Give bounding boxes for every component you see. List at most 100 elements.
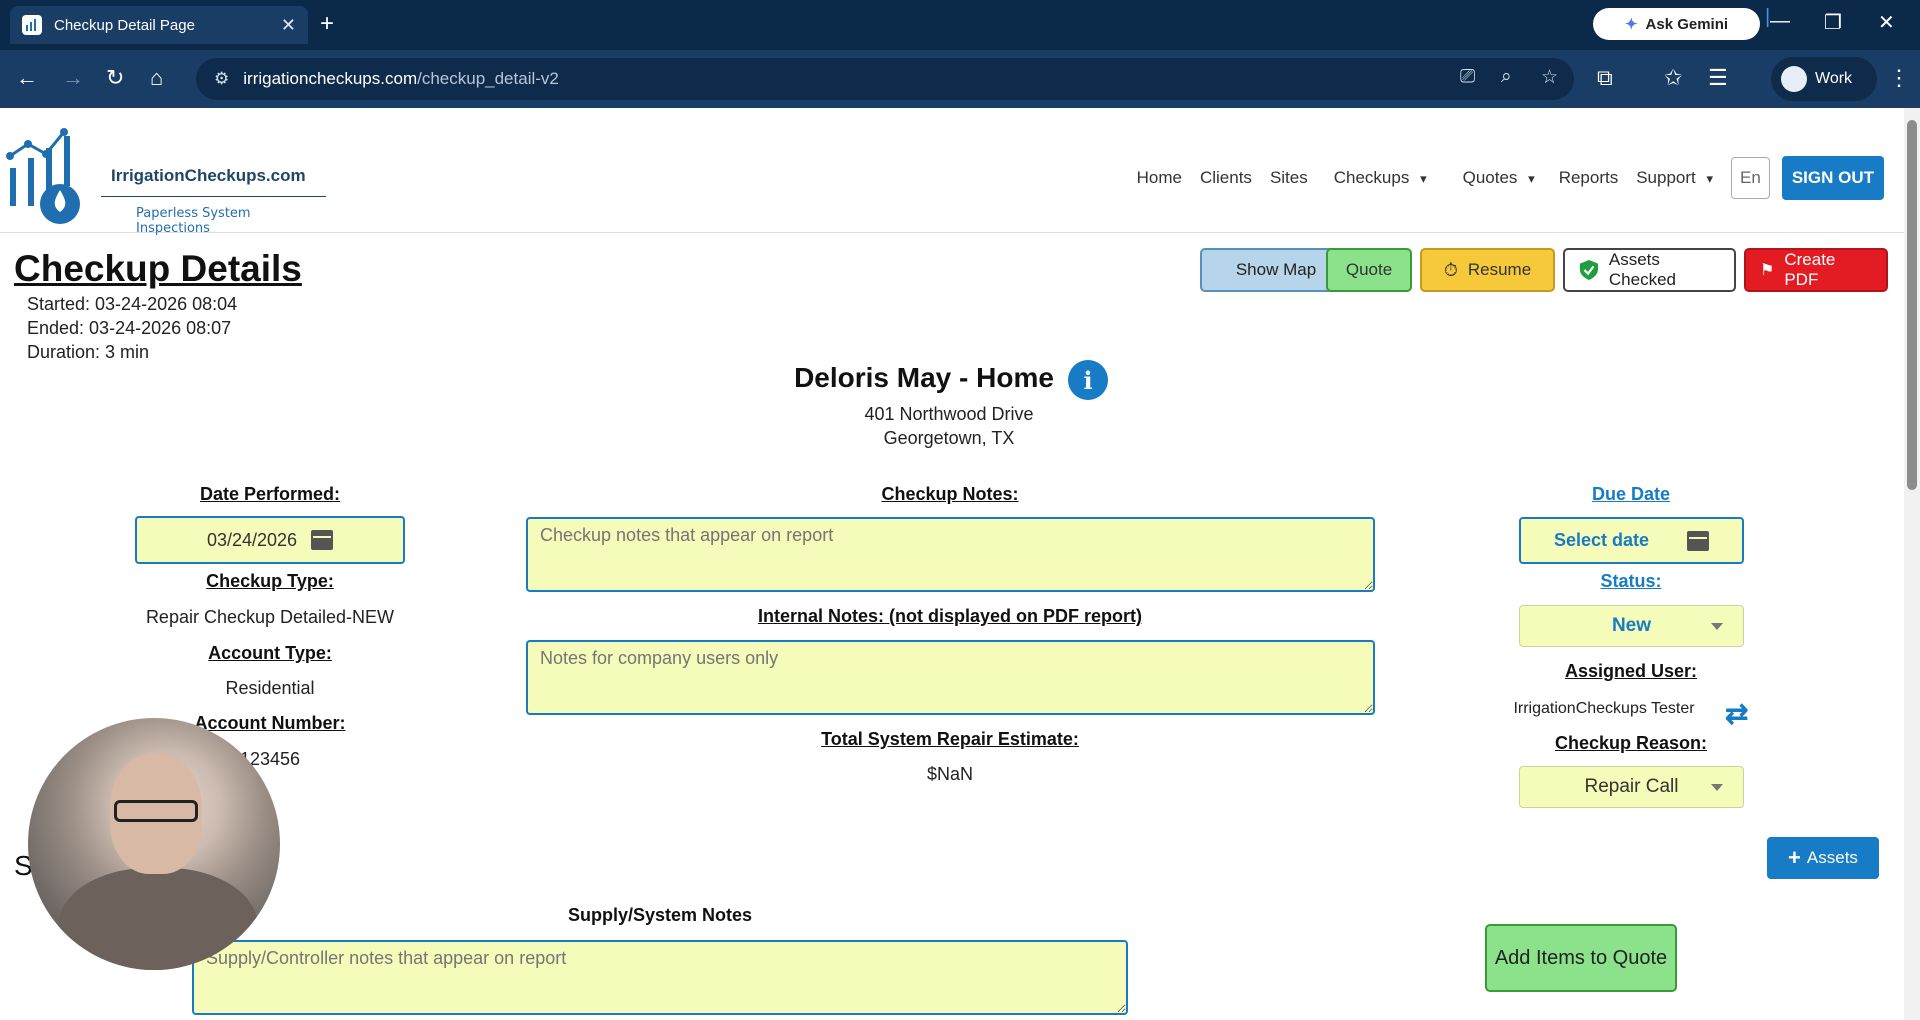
chevron-down-icon xyxy=(1711,784,1723,791)
zoom-icon[interactable]: ⌕ xyxy=(1501,66,1512,88)
checkup-type-label: Checkup Type: xyxy=(206,571,334,591)
app-header: IrrigationCheckups.com Paperless System … xyxy=(0,108,1904,236)
favorites-icon[interactable]: ✩ xyxy=(1664,64,1682,92)
date-performed-value: 03/24/2026 xyxy=(206,529,298,550)
reload-icon[interactable]: ↻ xyxy=(106,64,124,92)
browser-menu-icon[interactable]: ⋮ xyxy=(1888,64,1910,92)
nav-checkups[interactable]: Checkups ▾ xyxy=(1334,168,1427,188)
calendar-icon[interactable] xyxy=(1687,530,1710,551)
language-button[interactable]: En xyxy=(1731,157,1770,199)
tab-title: Checkup Detail Page xyxy=(54,16,195,34)
stopwatch-icon: ⏱ xyxy=(1443,259,1458,280)
add-assets-label: Assets xyxy=(1806,848,1858,867)
assigned-user-value: IrrigationCheckups Tester xyxy=(1513,700,1695,717)
browser-toolbar: ← → ↻ ⌂ ⚙ irrigationcheckups.com/checkup… xyxy=(0,50,1920,108)
resume-label: Resume xyxy=(1467,260,1532,279)
profile-button[interactable]: Work xyxy=(1771,57,1877,101)
nav-clients[interactable]: Clients xyxy=(1200,168,1252,188)
install-app-icon[interactable]: ⎚ xyxy=(1460,66,1475,88)
add-assets-button[interactable]: + Assets xyxy=(1767,837,1879,879)
brand-tagline: Paperless System Inspections xyxy=(136,206,251,236)
chevron-down-icon: ▾ xyxy=(1420,171,1427,186)
chevron-down-icon xyxy=(1711,623,1723,630)
ended-text: Ended: 03-24-2026 08:07 xyxy=(27,318,232,338)
gemini-sparkle-icon: ✦ xyxy=(1624,16,1638,33)
site-address-line1: 401 Northwood Drive xyxy=(864,404,1034,424)
internal-notes-textarea[interactable] xyxy=(526,640,1375,715)
tab-close-icon[interactable]: ✕ xyxy=(281,15,296,36)
shield-check-icon xyxy=(1579,260,1598,280)
due-date-label[interactable]: Due Date xyxy=(1520,484,1742,505)
page-title: Checkup Details xyxy=(14,248,302,289)
nav-reports[interactable]: Reports xyxy=(1559,168,1619,188)
checkup-notes-textarea[interactable] xyxy=(526,517,1375,592)
nav-checkups-label: Checkups xyxy=(1333,168,1410,187)
nav-home[interactable]: Home xyxy=(1137,168,1182,188)
page-scrollbar[interactable] xyxy=(1904,108,1920,1020)
swap-user-icon[interactable]: ⇄ xyxy=(1725,697,1748,730)
nav-sites[interactable]: Sites xyxy=(1270,168,1308,188)
date-performed-input[interactable]: 03/24/2026 xyxy=(135,516,405,564)
logo-chart-drop-icon xyxy=(6,128,80,224)
profile-label: Work xyxy=(1815,70,1853,87)
account-type-label: Account Type: xyxy=(208,643,332,663)
info-icon[interactable]: i xyxy=(1068,360,1108,400)
browser-tab-bar: Checkup Detail Page ✕ + ✦ Ask Gemini | —… xyxy=(0,0,1920,50)
checkup-reason-select[interactable]: Repair Call xyxy=(1519,766,1744,808)
status-select[interactable]: New xyxy=(1519,605,1744,647)
browser-tab[interactable]: Checkup Detail Page ✕ xyxy=(10,6,308,44)
account-type-value: Residential xyxy=(225,678,315,698)
gemini-label: Ask Gemini xyxy=(1645,15,1729,33)
main-nav: Home Clients Sites Checkups ▾ Quotes ▾ R… xyxy=(1137,156,1884,200)
checkup-reason-label: Checkup Reason: xyxy=(1554,733,1708,753)
assets-checked-label: Assets Checked xyxy=(1608,250,1676,289)
date-performed-label: Date Performed: xyxy=(199,484,341,504)
brand-divider xyxy=(101,196,326,197)
brand-logo[interactable]: IrrigationCheckups.com Paperless System … xyxy=(6,128,326,236)
assets-checked-button[interactable]: Assets Checked xyxy=(1563,248,1736,292)
add-items-to-quote-button[interactable]: Add Items to Quote xyxy=(1485,924,1677,992)
internal-notes-label: Internal Notes: (not displayed on PDF re… xyxy=(757,606,1143,626)
webcam-person-body xyxy=(58,868,258,970)
chevron-down-icon: ▾ xyxy=(1528,171,1535,186)
status-label: Status: xyxy=(1600,571,1662,591)
chevron-down-icon: ▾ xyxy=(1706,171,1714,186)
ask-gemini-button[interactable]: ✦ Ask Gemini xyxy=(1593,8,1760,40)
plus-icon: + xyxy=(1788,845,1801,870)
brand-name: IrrigationCheckups.com xyxy=(111,166,306,185)
url-host: irrigationcheckups.com xyxy=(243,69,418,88)
due-date-input[interactable]: Select date xyxy=(1519,517,1744,564)
quote-button[interactable]: Quote xyxy=(1326,248,1412,292)
create-pdf-button[interactable]: ⚑ Create PDF xyxy=(1744,248,1888,292)
status-value: New xyxy=(1611,615,1652,636)
minimize-icon[interactable]: — xyxy=(1770,10,1790,33)
address-bar[interactable]: ⚙ irrigationcheckups.com/checkup_detail-… xyxy=(196,58,1574,100)
supply-notes-textarea[interactable] xyxy=(192,940,1128,1015)
scrollbar-thumb[interactable] xyxy=(1907,120,1917,490)
create-pdf-label: Create PDF xyxy=(1784,250,1836,289)
restore-icon[interactable]: ❐ xyxy=(1824,10,1842,35)
started-text: Started: 03-24-2026 08:04 xyxy=(27,294,238,314)
checkup-notes-label: Checkup Notes: xyxy=(881,484,1019,504)
sign-out-button[interactable]: SIGN OUT xyxy=(1781,156,1884,200)
repair-estimate-value: $NaN xyxy=(926,764,974,784)
home-icon[interactable]: ⌂ xyxy=(150,64,163,92)
back-icon[interactable]: ← xyxy=(16,64,38,92)
flag-icon: ⚑ xyxy=(1760,262,1775,279)
profile-avatar xyxy=(1781,66,1807,92)
nav-support[interactable]: Support ▾ xyxy=(1636,168,1713,188)
forward-icon[interactable]: → xyxy=(62,64,84,92)
window-close-icon[interactable]: ✕ xyxy=(1878,10,1895,35)
site-favicon-icon xyxy=(22,15,42,35)
due-date-placeholder: Select date xyxy=(1553,530,1650,550)
new-tab-icon[interactable]: + xyxy=(320,10,334,38)
duration-text: Duration: 3 min xyxy=(27,342,150,362)
bookmark-star-icon[interactable]: ☆ xyxy=(1541,66,1558,89)
extensions-icon[interactable]: ⧉ xyxy=(1597,64,1613,92)
calendar-icon[interactable] xyxy=(311,530,334,550)
nav-quotes[interactable]: Quotes ▾ xyxy=(1463,168,1535,188)
site-info-icon[interactable]: ⚙ xyxy=(214,69,229,89)
reading-list-icon[interactable]: ☰ xyxy=(1708,64,1728,92)
webcam-overlay xyxy=(28,718,280,970)
resume-button[interactable]: ⏱ Resume xyxy=(1420,248,1555,292)
